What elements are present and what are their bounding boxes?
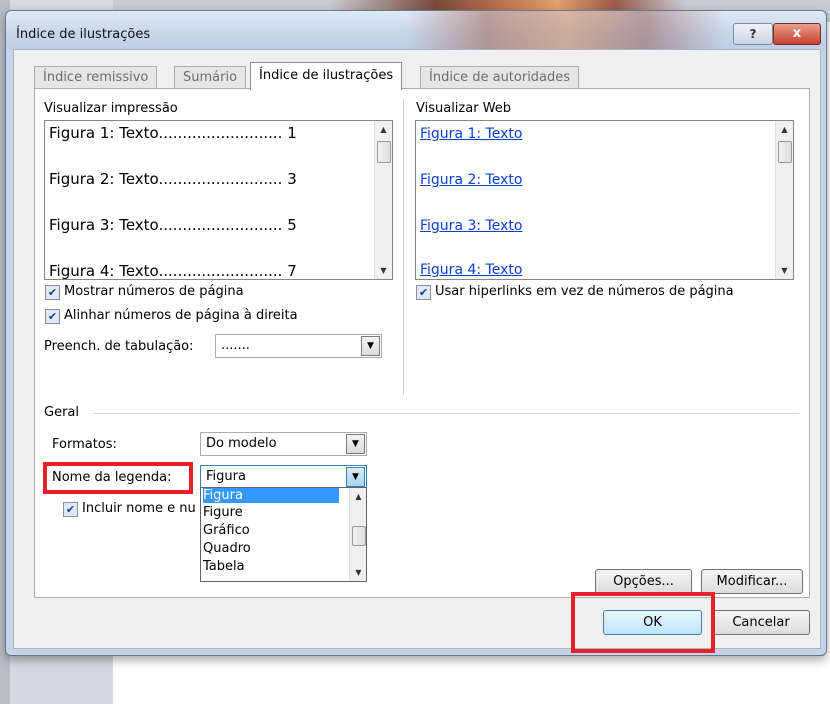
web-preview-link[interactable]: Figura 3: Texto	[420, 218, 522, 234]
scroll-up-arrow-icon[interactable]: ▲	[375, 121, 392, 138]
title-bar[interactable]: Índice de ilustrações ? x	[6, 11, 826, 49]
check-icon[interactable]: ✔	[45, 285, 60, 300]
scroll-down-arrow-icon[interactable]: ▼	[375, 262, 392, 279]
web-preview-link[interactable]: Figura 4: Texto	[420, 262, 522, 278]
dropdown-option[interactable]: Figura	[203, 488, 339, 503]
close-button[interactable]: x	[773, 23, 821, 45]
chevron-down-icon[interactable]: ▼	[346, 434, 365, 454]
dialog-client-area: Índice remissivo Sumário Índice de ilust…	[13, 49, 821, 649]
dropdown-option[interactable]: Figure	[203, 505, 243, 520]
preview-line: Figura 4: Texto.........................…	[49, 262, 297, 280]
dialog-window: Índice de ilustrações ? x Índice remissi…	[5, 10, 827, 656]
tab-leader-label: Preench. de tabulação:	[44, 339, 194, 354]
dropdown-scrollbar[interactable]: ▲ ▼	[349, 488, 366, 581]
tab-leader-select[interactable]: ....... ▼	[215, 334, 382, 358]
caption-select[interactable]: Figura ▼	[200, 465, 367, 489]
tab-indice-de-ilustracoes[interactable]: Índice de ilustrações	[250, 62, 403, 90]
cancel-button[interactable]: Cancelar	[712, 610, 810, 635]
general-group-line	[93, 413, 799, 414]
check-icon[interactable]: ✔	[416, 285, 431, 300]
preview-line: Figura 1: Texto.........................…	[49, 124, 297, 142]
caption-dropdown-list[interactable]: Figura Figure Gráfico Quadro Tabela ▲ ▼	[200, 487, 367, 582]
formats-label: Formatos:	[52, 437, 117, 452]
general-group-label: Geral	[44, 405, 79, 420]
scroll-thumb[interactable]	[377, 141, 391, 163]
tab-sumario[interactable]: Sumário	[174, 66, 247, 89]
include-name-label: Incluir nome e nu	[82, 501, 196, 516]
help-button[interactable]: ?	[733, 23, 773, 45]
print-preview-scrollbar[interactable]: ▲ ▼	[374, 121, 392, 279]
chevron-down-icon[interactable]: ▼	[346, 467, 365, 487]
scroll-thumb[interactable]	[352, 526, 366, 546]
use-hyperlinks-label: Usar hiperlinks em vez de números de pág…	[435, 284, 734, 299]
scroll-up-arrow-icon[interactable]: ▲	[350, 488, 366, 505]
check-icon[interactable]: ✔	[45, 309, 60, 324]
modify-button[interactable]: Modificar...	[701, 569, 803, 594]
preview-line: Figura 2: Texto.........................…	[49, 170, 297, 188]
web-preview-box[interactable]: Figura 1: Texto Figura 2: Texto Figura 3…	[415, 120, 794, 280]
options-button[interactable]: Opções...	[595, 569, 692, 594]
chevron-down-icon[interactable]: ▼	[361, 336, 380, 356]
dropdown-option[interactable]: Tabela	[203, 559, 245, 574]
print-preview-box[interactable]: Figura 1: Texto.........................…	[44, 120, 393, 280]
vertical-divider	[403, 99, 404, 395]
tab-leader-value: .......	[221, 338, 250, 353]
scroll-down-arrow-icon[interactable]: ▼	[350, 564, 366, 581]
print-preview-label: Visualizar impressão	[44, 101, 178, 116]
web-preview-scrollbar[interactable]: ▲ ▼	[775, 121, 793, 279]
scroll-thumb[interactable]	[778, 141, 792, 163]
caption-value: Figura	[206, 469, 246, 484]
dropdown-option[interactable]: Gráfico	[203, 523, 250, 538]
formats-select[interactable]: Do modelo ▼	[200, 432, 367, 456]
web-preview-link[interactable]: Figura 2: Texto	[420, 172, 522, 188]
window-title: Índice de ilustrações	[16, 27, 151, 42]
tab-indice-de-autoridades[interactable]: Índice de autoridades	[420, 66, 580, 89]
formats-value: Do modelo	[206, 436, 277, 451]
preview-line: Figura 3: Texto.........................…	[49, 216, 297, 234]
dropdown-option[interactable]: Quadro	[203, 541, 251, 556]
check-icon[interactable]: ✔	[63, 502, 78, 517]
caption-label-highlight	[43, 462, 193, 494]
ok-button-highlight	[571, 592, 715, 653]
show-page-numbers-label: Mostrar números de página	[64, 284, 244, 299]
align-right-label: Alinhar números de página à direita	[64, 308, 298, 323]
web-preview-link[interactable]: Figura 1: Texto	[420, 126, 522, 142]
web-preview-label: Visualizar Web	[416, 101, 512, 116]
scroll-up-arrow-icon[interactable]: ▲	[776, 121, 793, 138]
tab-indice-remissivo[interactable]: Índice remissivo	[34, 66, 158, 89]
tab-panel: Visualizar impressão Figura 1: Texto....…	[34, 88, 810, 598]
title-bar-background-image	[406, 11, 726, 49]
scroll-down-arrow-icon[interactable]: ▼	[776, 262, 793, 279]
